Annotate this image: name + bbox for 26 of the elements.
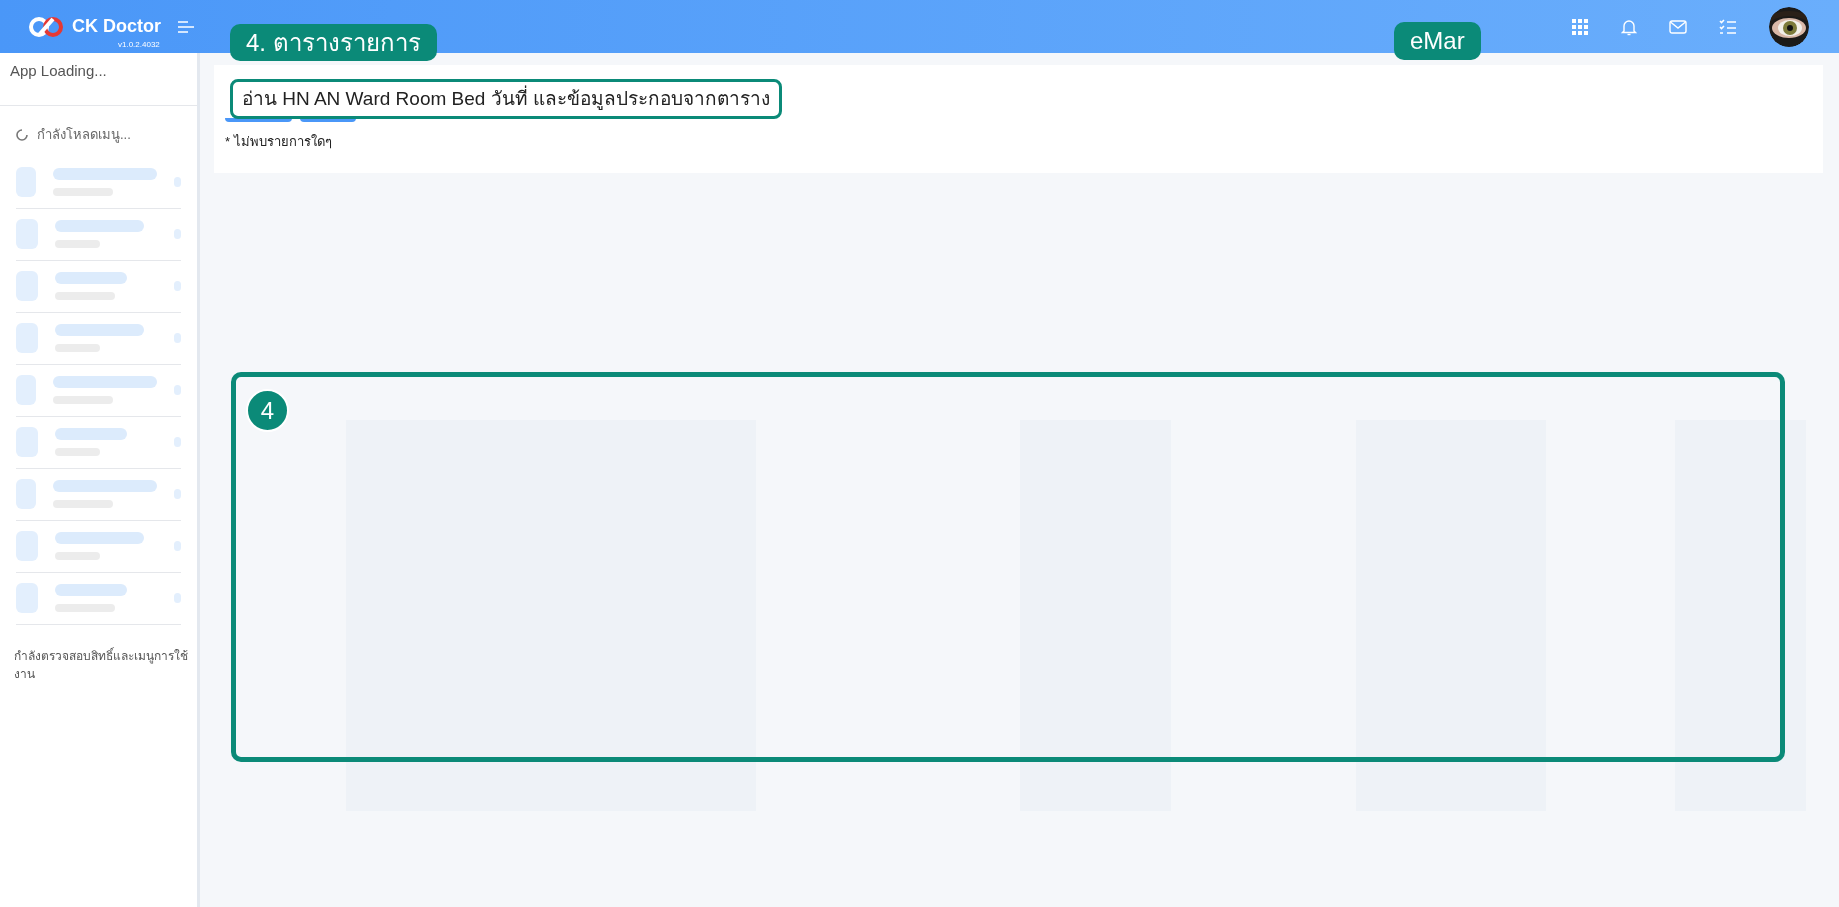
skeleton-block [16,375,37,405]
checklist-icon[interactable] [1719,18,1737,35]
skeleton-block [16,479,37,509]
loading-title: App Loading... [10,62,107,79]
annotation-tag: eMar [1394,22,1481,60]
annotation-number: 4 [246,389,289,432]
logo-icon [28,15,64,38]
bell-icon[interactable] [1621,17,1637,36]
spinner-icon [15,127,29,142]
skeleton-block [16,219,38,249]
menu-loading-text: กำลังโหลดเมนู... [37,126,131,145]
skeleton-block [16,583,38,613]
empty-note: * ไม่พบรายการใดๆ [225,133,333,151]
annotation-callout: อ่าน HN AN Ward Room Bed วันที่ และข้อมูลประกอบจากตาราง [230,79,782,119]
skeleton-block [16,323,38,353]
permission-check-text: กำลังตรวจสอบสิทธิ์และเมนูการใช้งาน [13,646,189,683]
skeleton-block [16,167,37,197]
app-name: CK Doctor [72,15,161,38]
skeleton-block [16,531,38,561]
annotation-tag: 4. ตารางรายการ [230,24,437,61]
apps-grid-icon[interactable] [1571,17,1589,36]
skeleton-block [16,271,38,301]
mail-icon[interactable] [1669,19,1687,34]
version-label: v1.0.2.4032 [118,39,160,51]
skeleton-block [16,427,38,457]
menu-icon[interactable] [177,19,195,34]
